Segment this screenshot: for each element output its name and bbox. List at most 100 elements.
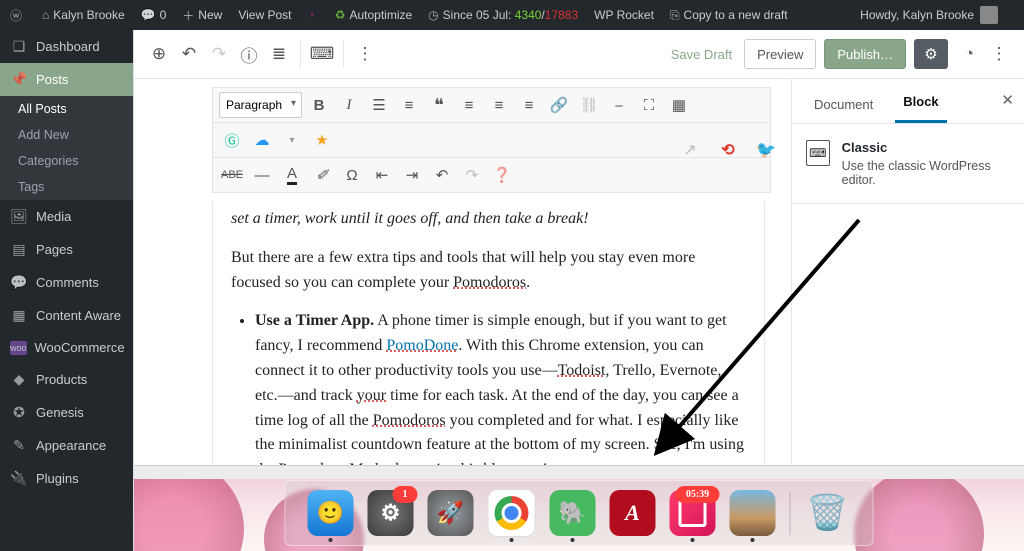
stats-since[interactable]: ◷Since 05 Jul: 4340 / 17883 <box>428 8 578 22</box>
twitter-icon[interactable]: 🐦 <box>753 137 779 163</box>
dock-pomodone[interactable]: 05:39 <box>670 490 716 536</box>
publish-button[interactable]: Publish… <box>824 39 906 69</box>
menu-comments[interactable]: 💬Comments <box>0 266 133 299</box>
keyboard-icon: ⌨ <box>310 44 335 64</box>
new-content[interactable]: ＋New <box>182 7 222 24</box>
number-list-button[interactable]: ≡ <box>396 92 422 118</box>
pomodone-link[interactable]: PomoDone <box>386 337 458 354</box>
outline-button[interactable]: ≣ <box>264 39 294 69</box>
avatar-icon <box>980 6 998 24</box>
special-button[interactable]: Ω <box>339 162 365 188</box>
settings-toggle[interactable]: ⚙ <box>914 39 948 69</box>
preview-button[interactable]: Preview <box>744 39 816 69</box>
submenu-add-new[interactable]: Add New <box>0 122 133 148</box>
italic-button[interactable]: I <box>336 92 362 118</box>
mac-dock: 🙂 ⚙1 🚀 🐘 A 05:39 🗑️ <box>285 480 874 546</box>
kebab-icon: ⋮ <box>357 44 374 64</box>
dropdown-button[interactable]: ▾ <box>279 127 305 153</box>
menu-media[interactable]: 🖼Media <box>0 200 133 233</box>
strike-button[interactable]: ABE <box>219 162 245 188</box>
menu-appearance[interactable]: ✎Appearance <box>0 429 133 462</box>
help-button[interactable]: ❓ <box>489 162 515 188</box>
cloud-button[interactable]: ☁ <box>249 127 275 153</box>
add-block-button[interactable]: ⊕ <box>144 39 174 69</box>
grammarly-button[interactable]: Ⓖ <box>219 127 245 153</box>
submenu-categories[interactable]: Categories <box>0 148 133 174</box>
textcolor-button[interactable]: A <box>279 162 305 188</box>
tab-block[interactable]: Block <box>895 84 946 123</box>
tab-document[interactable]: Document <box>806 87 881 123</box>
social-warfare-icon[interactable]: ⟲ <box>715 137 741 163</box>
block-name: Classic <box>842 140 1010 155</box>
yoast-toggle[interactable]: ◔ <box>954 39 984 69</box>
menu-dashboard[interactable]: ❏Dashboard <box>0 30 133 63</box>
format-select[interactable]: Paragraph <box>219 92 302 118</box>
info-icon: ⓘ <box>241 42 258 67</box>
align-right-button[interactable]: ≡ <box>516 92 542 118</box>
dock-acrobat[interactable]: A <box>610 490 656 536</box>
site-home[interactable]: ⌂Kalyn Brooke <box>42 8 125 22</box>
menu-posts[interactable]: 📌Posts <box>0 63 133 96</box>
comments-link[interactable]: 💬0 <box>141 8 167 22</box>
horizontal-scrollbar[interactable] <box>134 465 1024 479</box>
clear-button[interactable]: ✐ <box>309 162 335 188</box>
fullscreen-button[interactable]: ⛶ <box>636 92 662 118</box>
menu-products[interactable]: ◆Products <box>0 363 133 396</box>
copy-to-draft[interactable]: ⎘Copy to a new draft <box>670 8 788 23</box>
dock-finder[interactable]: 🙂 <box>308 490 354 536</box>
link-button[interactable]: 🔗 <box>546 92 572 118</box>
timer-badge: 05:39 <box>676 486 720 503</box>
arrow-out-icon[interactable]: ↗ <box>677 137 703 163</box>
redo-button[interactable]: ↷ <box>204 39 234 69</box>
save-draft-button[interactable]: Save Draft <box>659 39 744 69</box>
submenu-tags[interactable]: Tags <box>0 174 133 200</box>
toolbar-toggle-button[interactable]: ▦ <box>666 92 692 118</box>
woo-icon: woo <box>10 341 27 355</box>
post-content[interactable]: set a timer, work until it goes off, and… <box>212 201 765 465</box>
undo2-button[interactable]: ↶ <box>429 162 455 188</box>
grid-icon: ▦ <box>10 307 28 324</box>
brush-icon: ✎ <box>10 437 28 454</box>
menu-woocommerce[interactable]: wooWooCommerce <box>0 332 133 363</box>
dashboard-icon: ❏ <box>10 38 28 55</box>
wp-logo[interactable]: ⓦ <box>10 7 26 24</box>
menu-genesis[interactable]: ✪Genesis <box>0 396 133 429</box>
align-center-button[interactable]: ≡ <box>486 92 512 118</box>
quote-button[interactable]: ❝ <box>426 92 452 118</box>
star-button[interactable]: ★ <box>309 127 335 153</box>
autoptimize-link[interactable]: ♻Autoptimize <box>335 8 412 22</box>
menu-content-aware[interactable]: ▦Content Aware <box>0 299 133 332</box>
redo2-button[interactable]: ↷ <box>459 162 485 188</box>
dock-evernote[interactable]: 🐘 <box>550 490 596 536</box>
my-account[interactable]: Howdy, Kalyn Brooke <box>860 6 998 24</box>
bullet-list-button[interactable]: ☰ <box>366 92 392 118</box>
info-button[interactable]: ⓘ <box>234 39 264 69</box>
wp-rocket[interactable]: WP Rocket <box>594 8 654 22</box>
dock-system-preferences[interactable]: ⚙1 <box>368 490 414 536</box>
plus-icon: ＋ <box>182 7 194 24</box>
align-left-button[interactable]: ≡ <box>456 92 482 118</box>
yoast-link[interactable]: ◔ <box>307 8 318 22</box>
close-panel-button[interactable]: ✕ <box>1001 91 1014 109</box>
dock-trash[interactable]: 🗑️ <box>805 490 851 536</box>
dock-chrome[interactable] <box>488 489 536 537</box>
submenu-all-posts[interactable]: All Posts <box>0 96 133 122</box>
keyboard-button[interactable]: ⌨ <box>307 39 337 69</box>
outdent-button[interactable]: ⇤ <box>369 162 395 188</box>
hr-button[interactable]: — <box>249 162 275 188</box>
more-tools-button[interactable]: ⋮ <box>350 39 380 69</box>
menu-pages[interactable]: ▤Pages <box>0 233 133 266</box>
copy-icon: ⎘ <box>670 8 680 23</box>
dock-launchpad[interactable]: 🚀 <box>428 490 474 536</box>
more-button[interactable]: ⎯ <box>606 92 632 118</box>
block-info: ⌨ Classic Use the classic WordPress edit… <box>792 124 1024 204</box>
undo-button[interactable]: ↶ <box>174 39 204 69</box>
editor-canvas: Paragraph B I ☰ ≡ ❝ ≡ ≡ ≡ 🔗 ⛓ ⎯ ⛶ <box>134 79 791 465</box>
bold-button[interactable]: B <box>306 92 332 118</box>
more-options-button[interactable]: ⋮ <box>984 39 1014 69</box>
unlink-button[interactable]: ⛓ <box>576 92 602 118</box>
indent-button[interactable]: ⇥ <box>399 162 425 188</box>
menu-plugins[interactable]: 🔌Plugins <box>0 462 133 495</box>
view-post[interactable]: View Post <box>238 8 291 22</box>
dock-preview[interactable] <box>730 490 776 536</box>
